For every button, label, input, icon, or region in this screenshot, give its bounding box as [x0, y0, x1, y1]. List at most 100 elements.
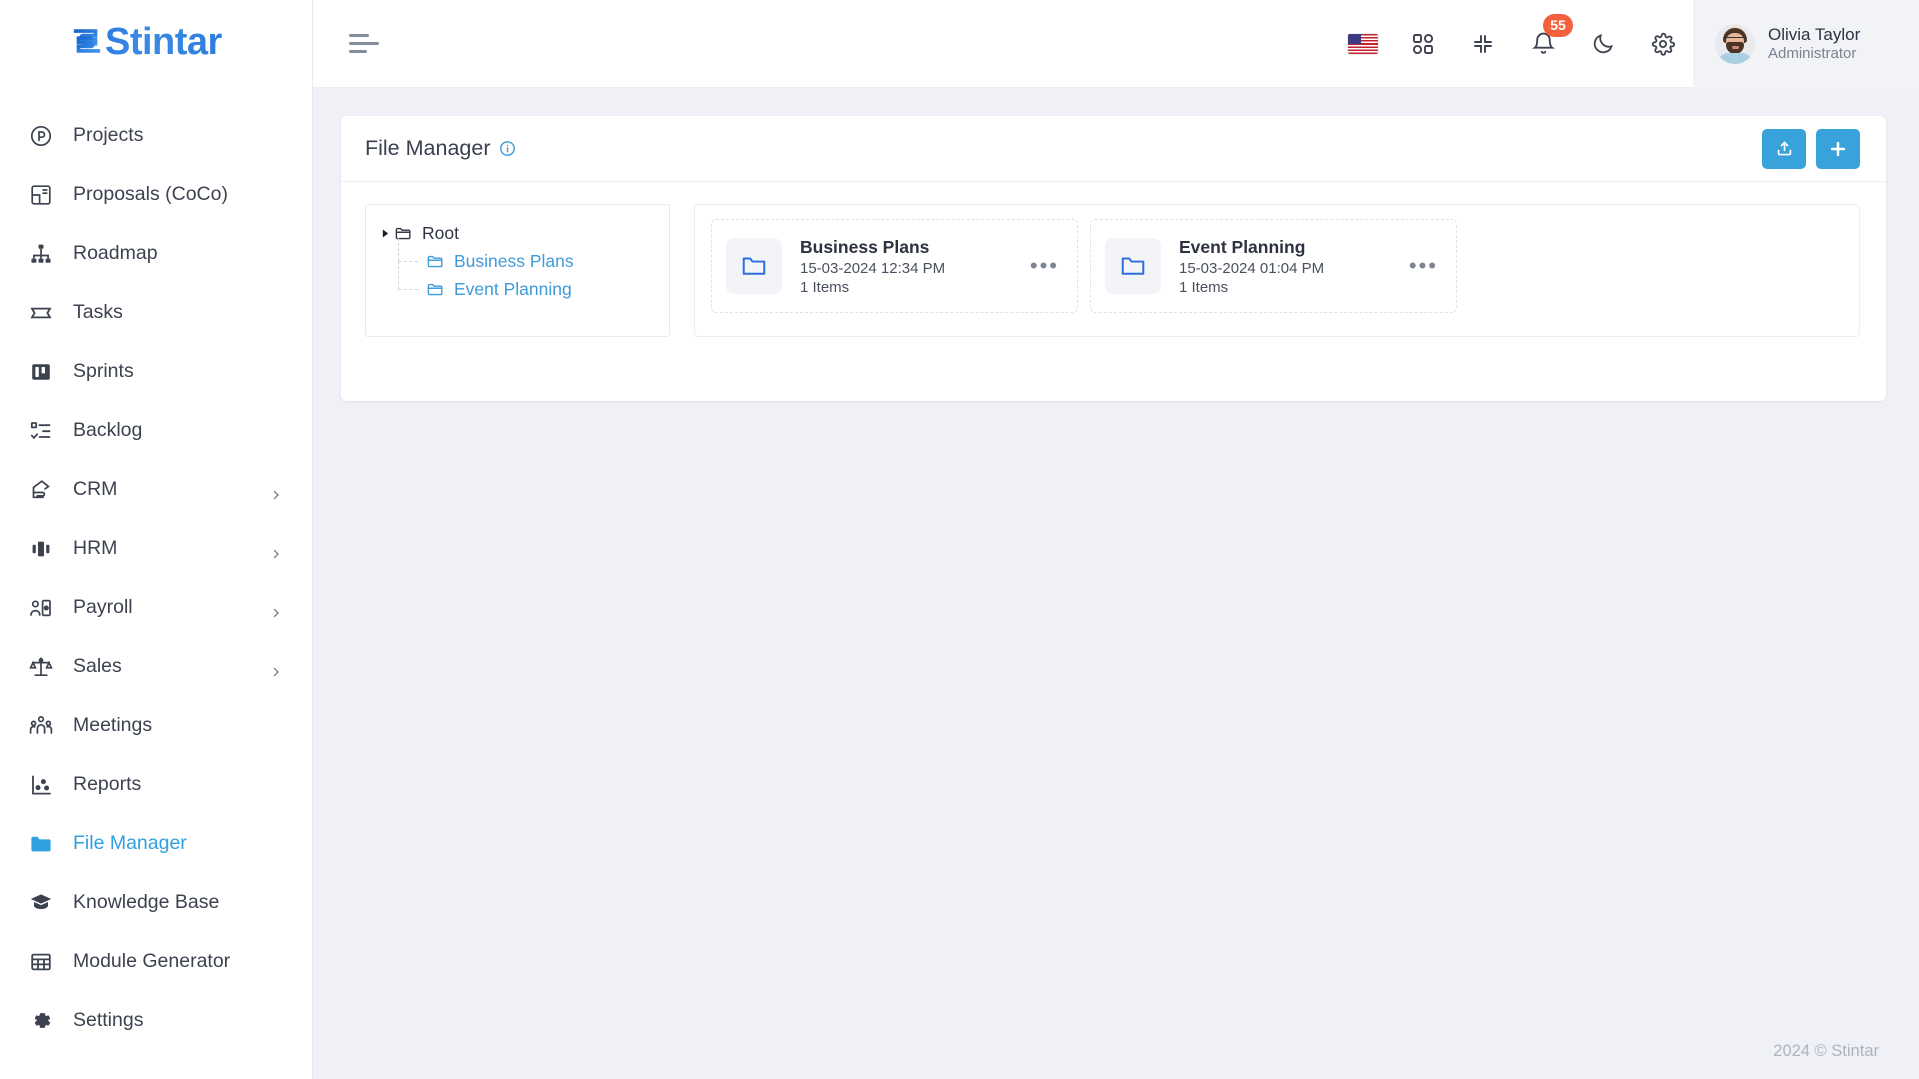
- user-role: Administrator: [1768, 44, 1857, 62]
- top-bar-actions: 55 Olivia Taylor Administrator: [1333, 0, 1919, 88]
- sidebar-item-settings[interactable]: Settings: [0, 991, 312, 1050]
- info-circle-icon[interactable]: [499, 140, 516, 157]
- tree-node-label: Root: [422, 222, 459, 243]
- card-header-actions: [1762, 128, 1860, 169]
- org-chart-icon: [28, 241, 54, 267]
- page-title-wrap: File Manager: [365, 136, 516, 161]
- sidebar-item-label: Roadmap: [73, 242, 158, 264]
- copyright-text: 2024 © Stintar: [1773, 1041, 1879, 1060]
- sidebar-item-module-generator[interactable]: Module Generator: [0, 932, 312, 991]
- folder-modified-date: 15-03-2024 12:34 PM: [800, 259, 946, 277]
- board-columns-icon: [28, 359, 54, 385]
- sidebar-item-label: Sprints: [73, 360, 134, 382]
- file-manager-card: File Manager Root Business Plans Event P…: [341, 116, 1886, 401]
- sidebar-item-file-manager[interactable]: File Manager: [0, 814, 312, 873]
- scatter-chart-icon: [28, 772, 54, 798]
- sidebar-item-meetings[interactable]: Meetings: [0, 696, 312, 755]
- upload-button[interactable]: [1762, 128, 1806, 169]
- table-grid-icon: [28, 949, 54, 975]
- folder-outline-icon: [1105, 238, 1161, 294]
- tree-node-business-plans[interactable]: Business Plans: [376, 238, 657, 275]
- sidebar-item-label: Payroll: [73, 596, 133, 618]
- user-card-icon: [28, 595, 54, 621]
- sidebar-item-label: Sales: [73, 655, 122, 677]
- sidebar-item-payroll[interactable]: Payroll: [0, 578, 312, 637]
- checklist-icon: [28, 418, 54, 444]
- tree-node-event-planning[interactable]: Event Planning: [376, 261, 657, 303]
- users-group-icon: [28, 713, 54, 739]
- top-bar: 55 Olivia Taylor Administrator: [313, 0, 1919, 88]
- add-button[interactable]: [1816, 128, 1860, 169]
- footer: 2024 © Stintar: [313, 1023, 1919, 1079]
- chevron-right-icon[interactable]: [270, 602, 282, 617]
- tree-node-root[interactable]: Root: [376, 219, 657, 247]
- card-header: File Manager: [341, 116, 1886, 182]
- folder-card[interactable]: Event Planning 15-03-2024 01:04 PM 1 Items…: [1090, 219, 1457, 313]
- sidebar-item-label: Meetings: [73, 714, 153, 736]
- sidebar-item-sales[interactable]: Sales: [0, 637, 312, 696]
- folder-tree-panel: Root Business Plans Event Planning: [365, 204, 670, 337]
- sidebar-item-label: Knowledge Base: [73, 891, 220, 913]
- main-column: 55 Olivia Taylor Administrator File Mana…: [313, 0, 1919, 1079]
- brand-name: Stintar: [105, 21, 222, 63]
- brand-logo-text: Stintar: [70, 23, 222, 65]
- compress-icon[interactable]: [1453, 0, 1513, 88]
- sidebar-item-sprints[interactable]: Sprints: [0, 342, 312, 401]
- sidebar-item-hrm[interactable]: HRM: [0, 519, 312, 578]
- avatar: [1715, 23, 1755, 64]
- ellipsis-icon[interactable]: •••: [1028, 252, 1061, 281]
- folder-grid: Business Plans 15-03-2024 12:34 PM 1 Items…: [694, 204, 1860, 337]
- app-root: Stintar Projects Proposals (CoCo) Roadmap T…: [0, 0, 1919, 1079]
- sidebar-item-label: Reports: [73, 773, 142, 795]
- chevron-right-icon[interactable]: [270, 543, 282, 558]
- folder-open-icon: [426, 252, 445, 271]
- caret-right-icon[interactable]: [378, 228, 392, 238]
- sidebar-item-label: Proposals (CoCo): [73, 183, 228, 205]
- sidebar-item-backlog[interactable]: Backlog: [0, 401, 312, 460]
- carousel-icon: [28, 536, 54, 562]
- sidebar-item-label: Settings: [73, 1009, 144, 1031]
- folder-item-count: 1 Items: [1179, 278, 1229, 296]
- sidebar-item-knowledge-base[interactable]: Knowledge Base: [0, 873, 312, 932]
- sidebar-item-label: Backlog: [73, 419, 143, 441]
- tree-connector: [394, 261, 424, 303]
- folder-open-icon: [426, 280, 445, 299]
- ticket-icon: [28, 300, 54, 326]
- hamburger-icon[interactable]: [349, 33, 379, 54]
- sidebar-item-label: Projects: [73, 124, 144, 146]
- chevron-right-icon[interactable]: [270, 661, 282, 676]
- layout-panels-icon: [28, 182, 54, 208]
- sidebar-item-projects[interactable]: Projects: [0, 106, 312, 165]
- folder-outline-icon: [726, 238, 782, 294]
- scales-icon: [28, 654, 54, 680]
- sidebar-item-reports[interactable]: Reports: [0, 755, 312, 814]
- ellipsis-icon[interactable]: •••: [1407, 252, 1440, 281]
- folder-name: Business Plans: [800, 236, 930, 257]
- settings-gear-icon[interactable]: [1633, 0, 1693, 88]
- apps-grid-icon[interactable]: [1393, 0, 1453, 88]
- folder-open-icon: [394, 224, 413, 243]
- brand-logo[interactable]: Stintar: [0, 0, 312, 88]
- user-profile-menu[interactable]: Olivia Taylor Administrator: [1693, 0, 1919, 88]
- sidebar-item-proposals-coco[interactable]: Proposals (CoCo): [0, 165, 312, 224]
- chevron-right-icon[interactable]: [270, 484, 282, 499]
- language-selector[interactable]: [1333, 0, 1393, 88]
- sidebar-item-label: Module Generator: [73, 950, 231, 972]
- dark-mode-toggle[interactable]: [1573, 0, 1633, 88]
- gear-icon: [28, 1008, 54, 1034]
- tree-node-label: Event Planning: [454, 278, 572, 299]
- hand-pointer-icon: [28, 477, 54, 503]
- sidebar-item-label: Tasks: [73, 301, 123, 323]
- user-name: Olivia Taylor: [1768, 24, 1861, 44]
- stintar-s-glyph: [70, 24, 104, 65]
- page-title: File Manager: [365, 136, 491, 160]
- sidebar-item-crm[interactable]: CRM: [0, 460, 312, 519]
- folder-item-count: 1 Items: [800, 278, 850, 296]
- folder-modified-date: 15-03-2024 01:04 PM: [1179, 259, 1325, 277]
- sidebar-item-roadmap[interactable]: Roadmap: [0, 224, 312, 283]
- folder-card[interactable]: Business Plans 15-03-2024 12:34 PM 1 Items…: [711, 219, 1078, 313]
- sidebar: Stintar Projects Proposals (CoCo) Roadmap T…: [0, 0, 313, 1079]
- sidebar-item-label: CRM: [73, 478, 118, 500]
- notifications-button[interactable]: 55: [1513, 0, 1573, 88]
- sidebar-item-tasks[interactable]: Tasks: [0, 283, 312, 342]
